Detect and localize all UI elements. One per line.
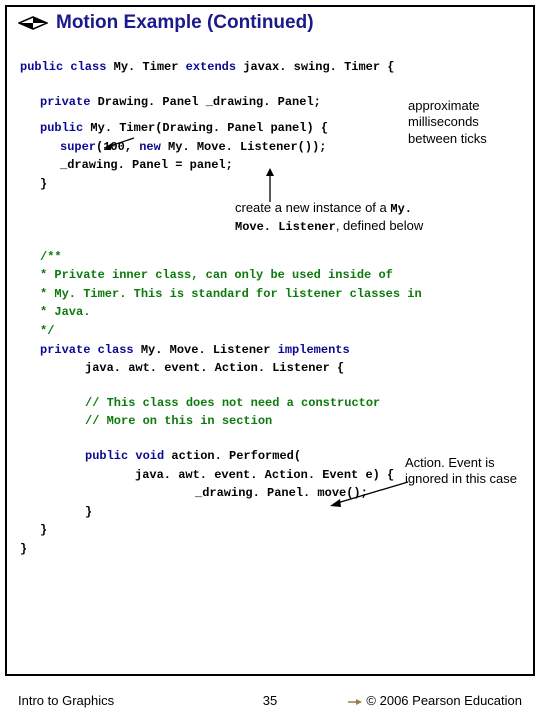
slide-footer: Intro to Graphics 35 © 2006 Pearson Educ… (0, 693, 540, 708)
kw-private: private (40, 95, 98, 109)
kw-super: super (60, 140, 96, 154)
page-number: 35 (263, 693, 277, 708)
copyright-text: © 2006 Pearson Education (366, 693, 522, 708)
brace-close4: } (20, 542, 27, 556)
param-decl: java. awt. event. Action. Event e) { (135, 468, 394, 482)
listener-type: java. awt. event. Action. Listener { (85, 361, 344, 375)
annotation-instance: create a new instance of a My. Move. Lis… (235, 200, 435, 235)
supertype: javax. swing. Timer { (243, 60, 394, 74)
annotation-ignored: Action. Event is ignored in this case (405, 455, 520, 488)
annotation-text: , defined below (336, 218, 423, 233)
footer-right: © 2006 Pearson Education (348, 693, 522, 708)
field-decl: Drawing. Panel _drawing. Panel; (98, 95, 321, 109)
ctor-sig: My. Timer(Drawing. Panel panel) { (90, 121, 328, 135)
arrow-right-icon (348, 693, 362, 708)
diamond-bullet-icon (18, 16, 48, 30)
super-args2: My. Move. Listener()); (168, 140, 326, 154)
slide-title: Motion Example (Continued) (56, 12, 314, 34)
kw-public: public (40, 121, 90, 135)
method-name: action. Performed( (171, 449, 301, 463)
brace-close2: } (85, 505, 92, 519)
kw-extends: extends (186, 60, 244, 74)
classname: My. Timer (114, 60, 186, 74)
comment: * My. Timer. This is standard for listen… (40, 287, 422, 301)
annotation-text: Action. Event is ignored in this case (405, 455, 517, 486)
kw-public-void: public void (85, 449, 171, 463)
kw-private-class: private class (40, 343, 141, 357)
comment: * Java. (40, 305, 90, 319)
annotation-text: approximate milliseconds between ticks (408, 98, 487, 146)
brace-close1: } (40, 177, 47, 191)
inner-classname: My. Move. Listener (141, 343, 278, 357)
slide-header: Motion Example (Continued) (18, 12, 314, 34)
annotation-ticks: approximate milliseconds between ticks (408, 98, 518, 147)
assign-panel: _drawing. Panel = panel; (60, 158, 233, 172)
footer-left: Intro to Graphics (18, 693, 114, 708)
kw-public: public class (20, 60, 114, 74)
comment: // This class does not need a constructo… (85, 396, 380, 410)
kw-implements: implements (278, 343, 350, 357)
comment: // More on this in section (85, 414, 272, 428)
kw-new: new (139, 140, 168, 154)
comment: /** (40, 250, 62, 264)
annotation-text: create a new instance of a (235, 200, 390, 215)
super-args1: (100, (96, 140, 139, 154)
move-call: _drawing. Panel. move(); (195, 486, 368, 500)
comment: * Private inner class, can only be used … (40, 268, 393, 282)
comment: */ (40, 324, 54, 338)
brace-close3: } (40, 523, 47, 537)
